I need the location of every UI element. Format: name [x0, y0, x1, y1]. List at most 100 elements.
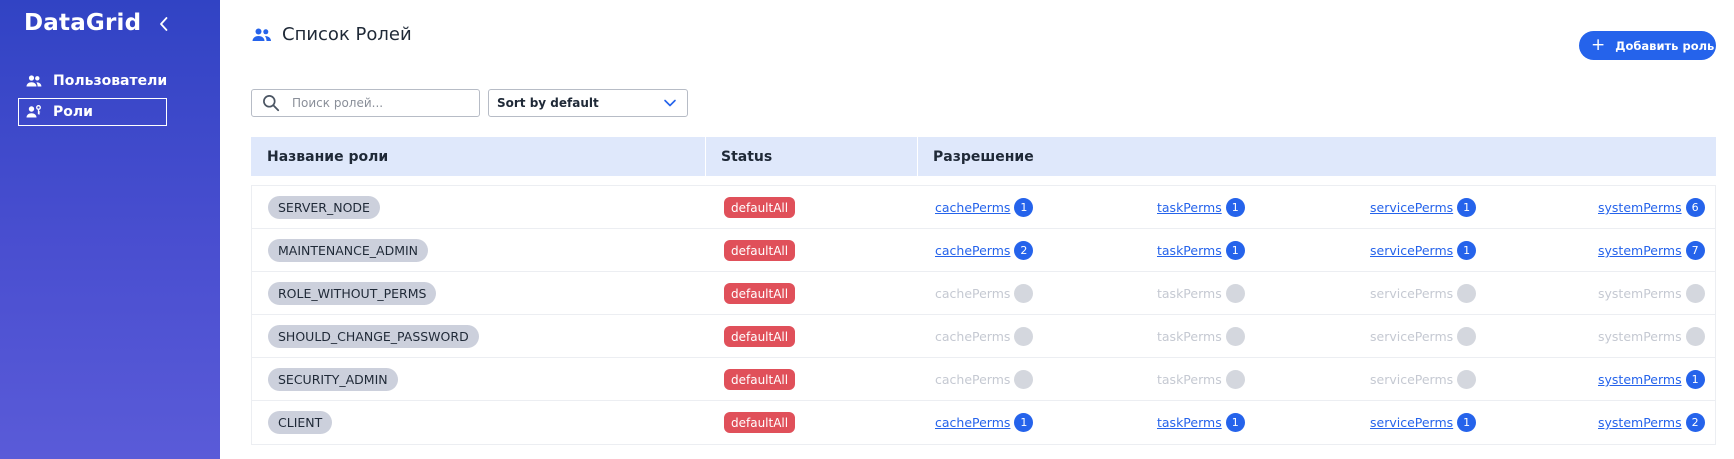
column-header-status[interactable]: Status	[706, 137, 918, 176]
permission-service-perms[interactable]: servicePerms 1	[1370, 197, 1477, 218]
permission-cache-perms[interactable]: cachePerms 1	[935, 412, 1034, 433]
search-input[interactable]	[292, 96, 462, 110]
count-badge	[1014, 370, 1034, 389]
search-icon	[262, 94, 280, 112]
brand-logo: DataGrid	[24, 10, 142, 36]
role-name-chip[interactable]: SERVER_NODE	[268, 196, 380, 219]
permission-task-perms[interactable]: taskPerms 1	[1157, 412, 1245, 433]
search-box[interactable]	[251, 89, 480, 117]
add-role-label: Добавить роль	[1615, 38, 1715, 53]
count-badge: 1	[1457, 241, 1477, 260]
column-header-permissions[interactable]: Разрешение	[918, 137, 1716, 176]
permission-service-perms[interactable]: servicePerms 1	[1370, 412, 1477, 433]
cache-perms-link[interactable]: cachePerms	[935, 200, 1010, 215]
sidebar-item-roles[interactable]: Роли	[18, 98, 167, 126]
permission-system-perms[interactable]: systemPerms 2	[1598, 412, 1705, 433]
page-title: Список Ролей	[251, 24, 412, 45]
service-perms-link[interactable]: servicePerms	[1370, 200, 1453, 215]
permission-task-perms[interactable]: taskPerms 1	[1157, 197, 1245, 218]
permission-cache-perms[interactable]: cachePerms 2	[935, 240, 1034, 261]
table-row[interactable]: MAINTENANCE_ADMIN defaultAll cachePerms 2 ta…	[252, 229, 1715, 272]
task-perms-link[interactable]: taskPerms	[1157, 243, 1222, 258]
count-badge	[1225, 327, 1245, 346]
permission-system-perms[interactable]: systemPerms 7	[1598, 240, 1705, 261]
count-badge: 1	[1457, 413, 1477, 432]
count-badge	[1225, 370, 1245, 389]
count-badge: 1	[1225, 241, 1245, 260]
role-name-chip[interactable]: CLIENT	[268, 411, 333, 434]
service-perms-link[interactable]: servicePerms	[1370, 243, 1453, 258]
task-perms-link[interactable]: taskPerms	[1157, 200, 1222, 215]
service-perms-link: servicePerms	[1370, 286, 1454, 301]
count-badge	[1685, 327, 1705, 346]
column-header-role-name[interactable]: Название роли	[251, 137, 706, 176]
permission-cache-perms: cachePerms	[935, 283, 1034, 304]
users-icon	[251, 26, 273, 44]
role-name-chip[interactable]: SECURITY_ADMIN	[268, 368, 398, 391]
table-row[interactable]: ROLE_WITHOUT_PERMS defaultAll cachePerms ta…	[252, 272, 1715, 315]
system-perms-link[interactable]: systemPerms	[1598, 415, 1682, 430]
count-badge: 1	[1685, 370, 1705, 389]
user-key-icon	[25, 103, 43, 121]
count-badge: 2	[1014, 241, 1034, 260]
permission-task-perms: taskPerms	[1157, 369, 1245, 390]
sidebar: DataGrid Пользователи Роли	[0, 0, 220, 459]
table-row[interactable]: CLIENT defaultAll cachePerms 1 taskPerms 1 ser…	[252, 401, 1715, 444]
count-badge: 6	[1685, 198, 1705, 217]
status-badge: defaultAll	[724, 283, 796, 304]
count-badge: 1	[1225, 413, 1245, 432]
add-role-button[interactable]: + Добавить роль	[1579, 31, 1716, 60]
role-name-chip[interactable]: MAINTENANCE_ADMIN	[268, 239, 429, 262]
page-title-text: Список Ролей	[282, 24, 412, 45]
task-perms-link[interactable]: taskPerms	[1157, 415, 1222, 430]
permission-task-perms: taskPerms	[1157, 326, 1245, 347]
sidebar-item-label: Роли	[53, 104, 93, 120]
count-badge: 1	[1014, 198, 1034, 217]
count-badge: 2	[1685, 413, 1705, 432]
count-badge	[1014, 284, 1034, 303]
task-perms-link: taskPerms	[1157, 372, 1222, 387]
status-badge: defaultAll	[724, 240, 796, 261]
cache-perms-link[interactable]: cachePerms	[935, 243, 1010, 258]
sidebar-item-users[interactable]: Пользователи	[18, 67, 167, 95]
service-perms-link[interactable]: servicePerms	[1370, 415, 1453, 430]
permission-cache-perms: cachePerms	[935, 326, 1034, 347]
status-badge: defaultAll	[724, 326, 796, 347]
permission-system-perms[interactable]: systemPerms 1	[1598, 369, 1705, 390]
count-badge	[1685, 284, 1705, 303]
permission-cache-perms: cachePerms	[935, 369, 1034, 390]
system-perms-link[interactable]: systemPerms	[1598, 372, 1682, 387]
system-perms-link: systemPerms	[1598, 286, 1682, 301]
cache-perms-link: cachePerms	[935, 329, 1011, 344]
permission-service-perms[interactable]: servicePerms 1	[1370, 240, 1477, 261]
count-badge: 1	[1014, 413, 1034, 432]
table-row[interactable]: SECURITY_ADMIN defaultAll cachePerms taskPe…	[252, 358, 1715, 401]
cache-perms-link: cachePerms	[935, 372, 1011, 387]
table-row[interactable]: SHOULD_CHANGE_PASSWORD defaultAll cachePer…	[252, 315, 1715, 358]
permission-service-perms: servicePerms	[1370, 283, 1477, 304]
count-badge: 7	[1685, 241, 1705, 260]
permission-system-perms[interactable]: systemPerms 6	[1598, 197, 1705, 218]
sort-select[interactable]: Sort by default	[488, 89, 688, 117]
permission-system-perms: systemPerms	[1598, 283, 1705, 304]
count-badge	[1457, 327, 1477, 346]
role-name-chip[interactable]: ROLE_WITHOUT_PERMS	[268, 282, 437, 305]
permission-service-perms: servicePerms	[1370, 326, 1477, 347]
count-badge: 1	[1225, 198, 1245, 217]
service-perms-link: servicePerms	[1370, 372, 1454, 387]
status-badge: defaultAll	[724, 369, 796, 390]
permission-system-perms: systemPerms	[1598, 326, 1705, 347]
cache-perms-link[interactable]: cachePerms	[935, 415, 1010, 430]
system-perms-link[interactable]: systemPerms	[1598, 200, 1682, 215]
permission-task-perms[interactable]: taskPerms 1	[1157, 240, 1245, 261]
status-badge: defaultAll	[724, 412, 796, 433]
system-perms-link[interactable]: systemPerms	[1598, 243, 1682, 258]
collapse-sidebar-icon[interactable]	[154, 14, 174, 34]
task-perms-link: taskPerms	[1157, 286, 1222, 301]
role-name-chip[interactable]: SHOULD_CHANGE_PASSWORD	[268, 325, 479, 348]
chevron-down-icon	[663, 96, 677, 110]
count-badge: 1	[1457, 198, 1477, 217]
permission-cache-perms[interactable]: cachePerms 1	[935, 197, 1034, 218]
table-row[interactable]: SERVER_NODE defaultAll cachePerms 1 taskPerm…	[252, 186, 1715, 229]
table-body: SERVER_NODE defaultAll cachePerms 1 taskPerm…	[251, 185, 1716, 445]
